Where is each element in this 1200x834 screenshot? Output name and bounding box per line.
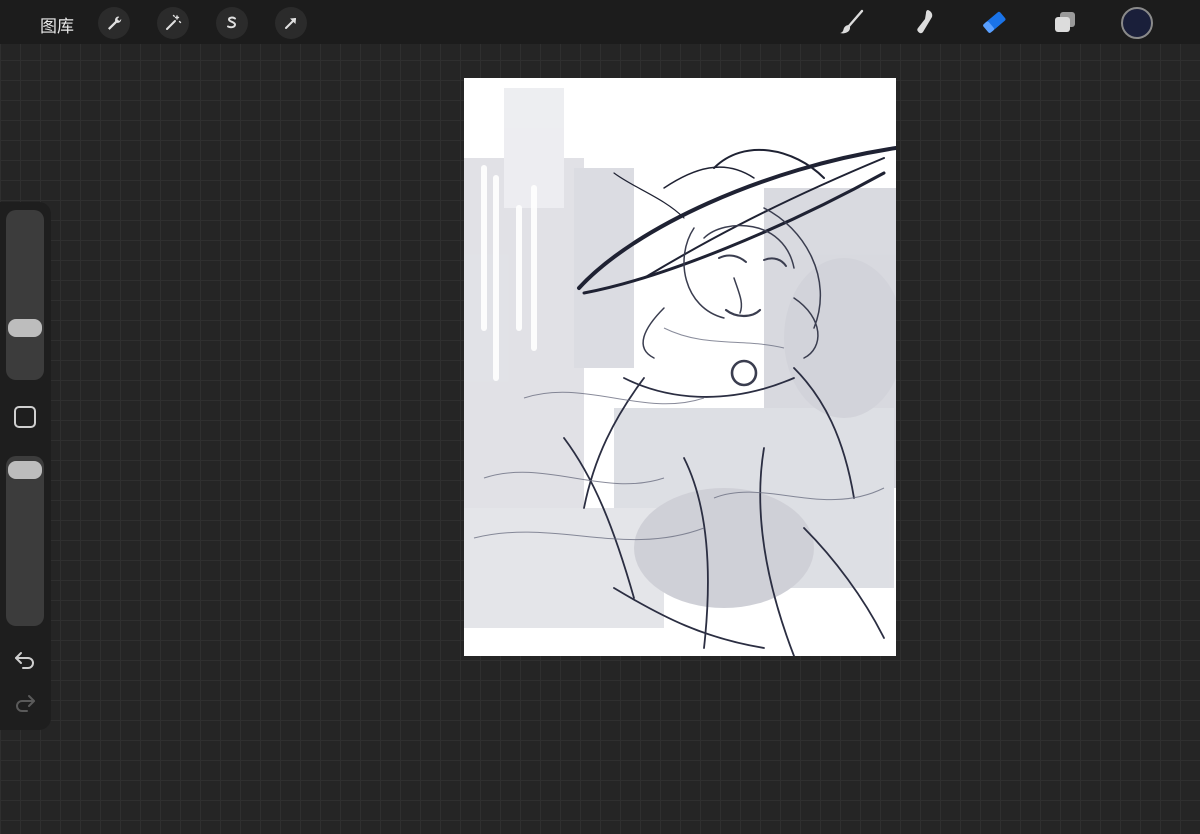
- brush-size-slider[interactable]: [6, 210, 44, 380]
- layers-button[interactable]: [1049, 6, 1081, 38]
- brush-tool-button[interactable]: [836, 6, 868, 38]
- brush-size-thumb[interactable]: [8, 318, 42, 337]
- top-toolbar: 图库: [0, 0, 1200, 44]
- magic-wand-icon: [166, 14, 182, 30]
- adjustments-button[interactable]: [157, 7, 189, 39]
- left-sidebar: [0, 202, 51, 730]
- eraser-tool-button[interactable]: [978, 6, 1010, 38]
- transform-arrow-icon: [285, 18, 296, 29]
- undo-icon[interactable]: [13, 650, 37, 670]
- layers-icon: [1055, 12, 1075, 32]
- color-picker-button[interactable]: [1121, 7, 1153, 39]
- selection-icon: [227, 16, 237, 29]
- drawing-canvas[interactable]: [464, 78, 896, 656]
- smudge-icon: [917, 10, 933, 34]
- sketch-artwork: [464, 88, 896, 656]
- gallery-button[interactable]: 图库: [40, 12, 74, 37]
- opacity-thumb[interactable]: [8, 460, 42, 479]
- opacity-slider[interactable]: [6, 456, 44, 626]
- selection-button[interactable]: [216, 7, 248, 39]
- wrench-icon: [108, 16, 122, 30]
- eraser-icon: [983, 11, 1006, 33]
- transform-button[interactable]: [275, 7, 307, 39]
- actions-button[interactable]: [98, 7, 130, 39]
- smudge-tool-button[interactable]: [907, 6, 939, 38]
- redo-icon[interactable]: [13, 693, 37, 713]
- modify-button[interactable]: [14, 406, 36, 428]
- brush-icon: [840, 9, 864, 34]
